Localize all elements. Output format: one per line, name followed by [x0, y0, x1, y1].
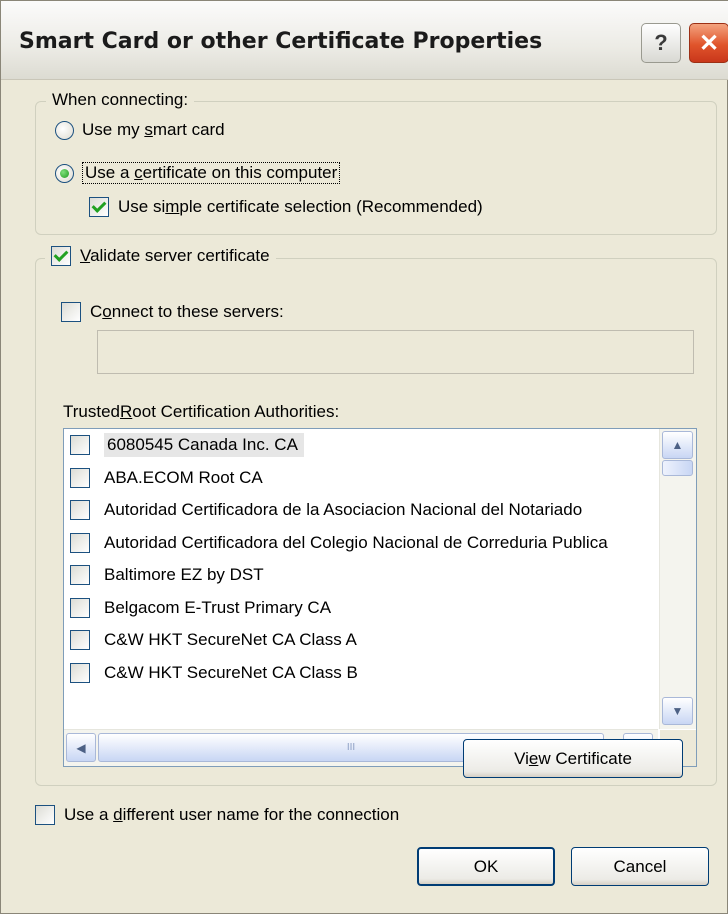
- ok-button[interactable]: OK: [417, 847, 555, 886]
- cancel-button[interactable]: Cancel: [571, 847, 709, 886]
- close-button[interactable]: ✕: [689, 23, 728, 63]
- list-item-checkbox[interactable]: [70, 435, 90, 456]
- list-item[interactable]: Baltimore EZ by DST: [64, 559, 658, 592]
- use-certificate-radio[interactable]: Use a certificate on this computer: [55, 162, 341, 184]
- help-button[interactable]: ?: [641, 23, 681, 63]
- scroll-up-button[interactable]: ▲: [662, 431, 693, 459]
- list-item[interactable]: C&W HKT SecureNet CA Class A: [64, 624, 658, 657]
- list-item[interactable]: 6080545 Canada Inc. CA: [64, 429, 658, 462]
- scroll-grip-icon: III: [346, 742, 356, 753]
- chevron-down-icon: ▼: [671, 704, 684, 718]
- ok-label: OK: [473, 856, 499, 876]
- list-item-label: Autoridad Certificadora de la Asociacion…: [104, 500, 583, 520]
- list-item-checkbox[interactable]: [70, 532, 90, 553]
- list-item[interactable]: Autoridad Certificadora del Colegio Naci…: [64, 527, 658, 560]
- validate-server-checkbox[interactable]: Validate server certificate: [45, 246, 276, 266]
- connect-servers-label: Connect to these servers:: [90, 302, 284, 321]
- list-item[interactable]: Autoridad Certificadora de la Asociacion…: [64, 494, 658, 527]
- dialog-title: Smart Card or other Certificate Properti…: [19, 29, 543, 54]
- list-item-label: C&W HKT SecureNet CA Class A: [104, 630, 357, 650]
- dialog-content: When connecting: Use my smart card Use a…: [5, 80, 723, 909]
- list-item-checkbox[interactable]: [70, 597, 90, 618]
- connect-servers-checkbox[interactable]: Connect to these servers:: [61, 302, 284, 322]
- title-bar[interactable]: Smart Card or other Certificate Properti…: [1, 1, 728, 80]
- certificate-radio-circle[interactable]: [55, 163, 74, 183]
- list-item-checkbox[interactable]: [70, 630, 90, 651]
- list-item-label: 6080545 Canada Inc. CA: [104, 433, 304, 458]
- chevron-left-icon: ◀: [76, 740, 86, 755]
- list-item-label: Autoridad Certificadora del Colegio Naci…: [104, 532, 608, 552]
- servers-input[interactable]: [97, 330, 694, 374]
- list-item-checkbox[interactable]: [70, 500, 90, 521]
- list-item-label: Baltimore EZ by DST: [104, 565, 264, 585]
- list-item-label: ABA.ECOM Root CA: [104, 467, 263, 487]
- vertical-scroll-thumb[interactable]: [662, 460, 693, 476]
- list-item-checkbox[interactable]: [70, 662, 90, 683]
- scroll-left-button[interactable]: ◀: [66, 733, 96, 762]
- validate-server-check-box[interactable]: [51, 246, 71, 266]
- list-item[interactable]: C&W HKT SecureNet CA Class B: [64, 657, 658, 690]
- when-connecting-legend: When connecting:: [46, 90, 195, 110]
- different-user-label: Use a different user name for the connec…: [64, 805, 400, 824]
- list-item-label: Belgacom E-Trust Primary CA: [104, 597, 332, 617]
- list-item-checkbox[interactable]: [70, 467, 90, 488]
- help-icon: ?: [654, 30, 668, 55]
- different-user-check-box[interactable]: [35, 805, 55, 825]
- certificate-label: Use a certificate on this computer: [82, 162, 341, 184]
- view-certificate-button[interactable]: View Certificate: [463, 739, 683, 778]
- connect-servers-check-box[interactable]: [61, 302, 81, 322]
- smart-card-label: Use my smart card: [82, 120, 225, 139]
- use-smart-card-radio[interactable]: Use my smart card: [55, 120, 225, 140]
- cancel-label: Cancel: [613, 856, 667, 876]
- list-item[interactable]: ABA.ECOM Root CA: [64, 462, 658, 495]
- trusted-root-label: Trusted Root Certification Authorities:: [63, 402, 340, 421]
- smart-card-radio-circle[interactable]: [55, 120, 74, 140]
- view-certificate-label: View Certificate: [514, 748, 632, 768]
- scroll-down-button[interactable]: ▼: [662, 697, 693, 725]
- simple-selection-checkbox[interactable]: Use simple certificate selection (Recomm…: [89, 197, 483, 217]
- chevron-up-icon: ▲: [671, 438, 684, 452]
- list-item[interactable]: Belgacom E-Trust Primary CA: [64, 592, 658, 625]
- trusted-root-list[interactable]: 6080545 Canada Inc. CA ABA.ECOM Root CA …: [63, 428, 697, 767]
- validate-server-label: Validate server certificate: [80, 246, 270, 265]
- close-icon: ✕: [698, 29, 720, 57]
- vertical-scrollbar[interactable]: ▲ ▼: [659, 429, 696, 729]
- list-item-label: C&W HKT SecureNet CA Class B: [104, 662, 358, 682]
- simple-selection-label: Use simple certificate selection (Recomm…: [118, 197, 483, 216]
- simple-selection-check-box[interactable]: [89, 197, 109, 217]
- different-user-checkbox[interactable]: Use a different user name for the connec…: [35, 805, 399, 825]
- list-item-checkbox[interactable]: [70, 565, 90, 586]
- trusted-root-list-items: 6080545 Canada Inc. CA ABA.ECOM Root CA …: [64, 429, 658, 729]
- dialog-window: Smart Card or other Certificate Properti…: [0, 0, 728, 914]
